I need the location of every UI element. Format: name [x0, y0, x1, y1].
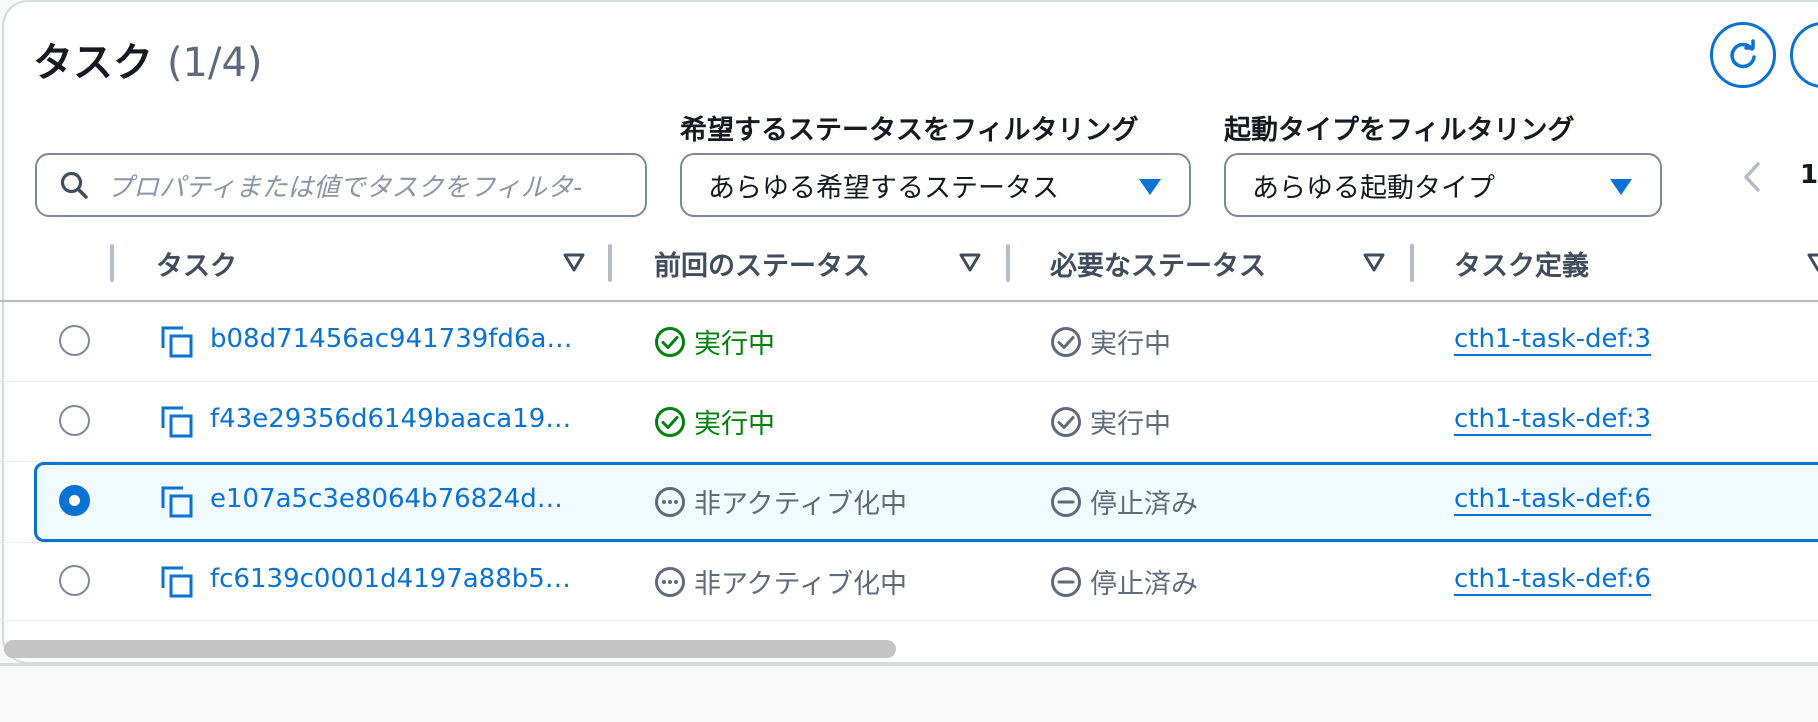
page-title: タスク (1/4): [33, 30, 263, 88]
caret-down-icon: [1139, 179, 1161, 195]
desired-status: 停止済み: [1050, 482, 1198, 521]
column-header-last-status[interactable]: 前回のステータス: [654, 244, 870, 283]
search-icon: [60, 171, 88, 199]
row-divider: [0, 542, 1818, 543]
column-separator[interactable]: [1410, 244, 1414, 282]
copy-icon[interactable]: [160, 485, 194, 519]
desired-status: 停止済み: [1050, 562, 1198, 601]
sort-icon[interactable]: [1362, 252, 1386, 274]
column-separator[interactable]: [608, 244, 612, 282]
task-count: (1/4): [166, 40, 263, 86]
title-text: タスク: [33, 40, 153, 86]
task-id-link[interactable]: e107a5c3e8064b76824d…: [210, 484, 574, 514]
desired-status-value: あらゆる希望するステータス: [708, 172, 1059, 204]
sort-icon[interactable]: [562, 252, 586, 274]
success-icon: [655, 326, 685, 357]
row-radio-selected[interactable]: [59, 485, 90, 516]
sort-icon[interactable]: [1806, 252, 1818, 274]
launch-type-filter-label: 起動タイプをフィルタリング: [1224, 115, 1575, 146]
in-progress-icon: [655, 486, 685, 517]
last-status: 非アクティブ化中: [654, 482, 907, 521]
launch-type-select[interactable]: あらゆる起動タイプ: [1224, 153, 1662, 217]
row-divider: [0, 381, 1818, 382]
refresh-button[interactable]: [1710, 22, 1776, 88]
previous-page-button[interactable]: [1738, 160, 1766, 198]
task-id-link[interactable]: fc6139c0001d4197a88b5…: [210, 564, 574, 594]
last-status: 非アクティブ化中: [654, 562, 907, 601]
row-radio[interactable]: [59, 565, 90, 596]
check-circle-icon: [1051, 406, 1081, 437]
desired-status-select[interactable]: あらゆる希望するステータス: [680, 153, 1191, 217]
row-divider: [0, 620, 1818, 621]
task-definition-link[interactable]: cth1-task-def:3: [1454, 324, 1651, 354]
desired-status: 実行中: [1050, 322, 1171, 361]
column-header-task-definition[interactable]: タスク定義: [1454, 244, 1589, 283]
column-header-task[interactable]: タスク: [156, 244, 237, 283]
task-id-link[interactable]: b08d71456ac941739fd6a…: [210, 324, 574, 354]
desired-status-filter-label: 希望するステータスをフィルタリング: [680, 115, 1139, 146]
success-icon: [655, 406, 685, 437]
copy-icon[interactable]: [160, 405, 194, 439]
stopped-icon: [1051, 566, 1081, 597]
task-definition-link[interactable]: cth1-task-def:6: [1454, 564, 1651, 594]
stopped-icon: [1051, 486, 1081, 517]
sort-icon[interactable]: [958, 252, 982, 274]
last-status: 実行中: [654, 322, 775, 361]
task-id-link[interactable]: f43e29356d6149baaca19…: [210, 404, 574, 434]
caret-down-icon: [1610, 179, 1632, 195]
desired-status: 実行中: [1050, 402, 1171, 441]
scrollbar-thumb[interactable]: [4, 640, 896, 658]
check-circle-icon: [1051, 326, 1081, 357]
table-header-divider: [0, 300, 1818, 302]
page-number[interactable]: 1: [1800, 160, 1818, 190]
search-input[interactable]: プロパティまたは値でタスクをフィルタ-: [35, 153, 647, 217]
column-separator: [110, 244, 114, 282]
in-progress-icon: [655, 566, 685, 597]
task-definition-link[interactable]: cth1-task-def:6: [1454, 484, 1651, 514]
column-header-desired-status[interactable]: 必要なステータス: [1050, 244, 1266, 283]
last-status: 実行中: [654, 402, 775, 441]
copy-icon[interactable]: [160, 565, 194, 599]
task-definition-link[interactable]: cth1-task-def:3: [1454, 404, 1651, 434]
search-placeholder: プロパティまたは値でタスクをフィルタ-: [107, 172, 583, 203]
copy-icon[interactable]: [160, 325, 194, 359]
row-radio[interactable]: [59, 405, 90, 436]
chevron-left-icon: [1744, 162, 1760, 192]
row-radio[interactable]: [59, 325, 90, 356]
panel-bottom-border: [0, 663, 1818, 666]
refresh-icon: [1730, 39, 1756, 69]
column-separator[interactable]: [1006, 244, 1010, 282]
launch-type-value: あらゆる起動タイプ: [1252, 172, 1495, 204]
